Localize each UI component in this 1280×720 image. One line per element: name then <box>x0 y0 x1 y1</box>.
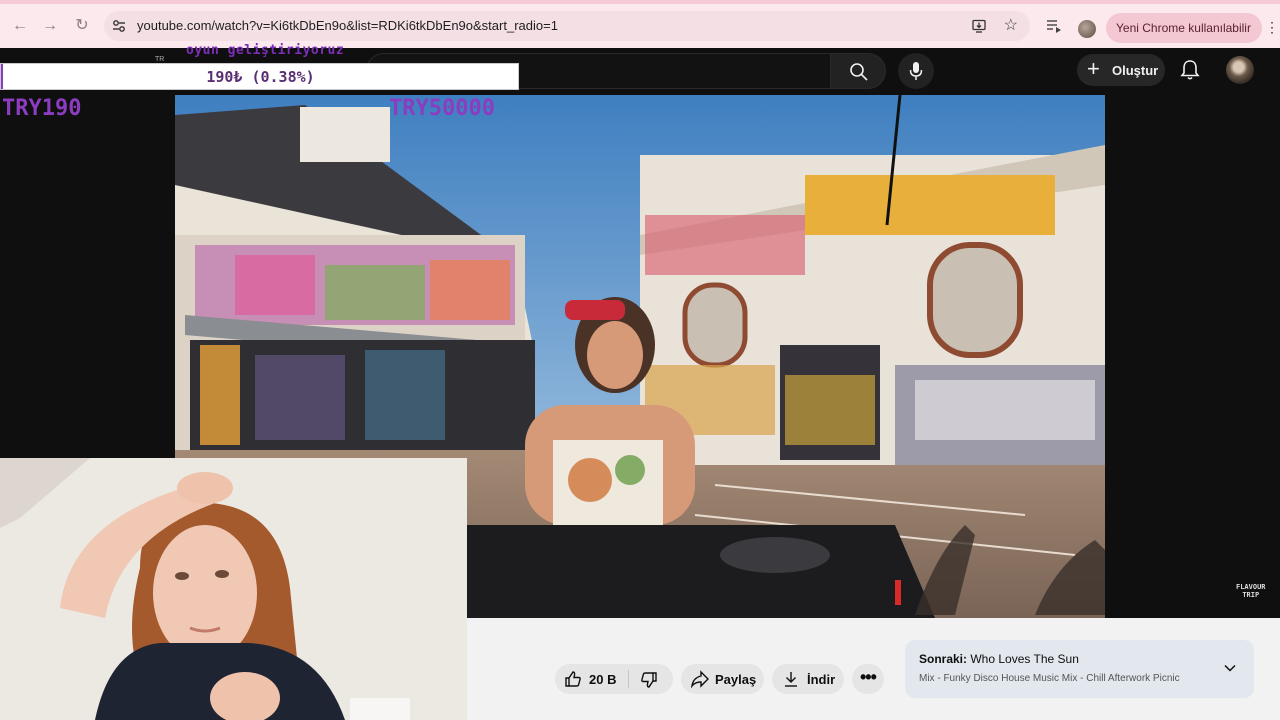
up-next-card[interactable]: Sonraki: Who Loves The Sun Mix - Funky D… <box>905 640 1254 698</box>
more-actions-button[interactable]: ••• <box>852 664 884 694</box>
forward-arrow-icon[interactable]: → <box>40 16 60 36</box>
search-icon <box>850 63 868 81</box>
account-avatar[interactable] <box>1226 56 1254 84</box>
like-button[interactable]: 20 B <box>555 664 627 694</box>
up-next-prefix: Sonraki: <box>919 652 968 666</box>
like-dislike-group: 20 B <box>555 664 673 694</box>
chevron-down-icon[interactable] <box>1223 661 1237 675</box>
stream-title: oyun geliştiriyoruz <box>186 43 345 58</box>
profile-avatar[interactable] <box>1078 20 1096 38</box>
chrome-menu-icon[interactable]: ⋮ <box>1265 20 1279 34</box>
address-bar[interactable]: youtube.com/watch?v=Ki6tkDbEn9o&list=RDK… <box>104 11 1030 41</box>
download-icon <box>785 672 797 687</box>
thumbs-up-icon <box>565 671 581 687</box>
like-count: 20 B <box>589 672 617 687</box>
webcam-frame <box>0 458 467 720</box>
share-label: Paylaş <box>715 672 757 687</box>
download-label: İndir <box>807 672 836 687</box>
donation-goal-current: TRY190 <box>2 96 82 121</box>
notifications-bell-icon[interactable] <box>1178 58 1202 82</box>
bookmark-star-icon[interactable]: ☆ <box>1004 16 1018 36</box>
up-next-title: Sonraki: Who Loves The Sun <box>919 652 1079 666</box>
reading-list-icon[interactable] <box>1046 19 1062 33</box>
search-button[interactable] <box>830 53 886 89</box>
dislike-button[interactable] <box>629 664 673 694</box>
donation-goal-target: TRY50000 <box>389 96 495 121</box>
more-horizontal-icon: ••• <box>860 667 877 687</box>
share-arrow-icon <box>691 670 709 688</box>
donation-goal-bar: 190₺ (0.38%) <box>0 63 519 90</box>
create-label: Oluştur <box>1112 63 1159 78</box>
microphone-icon <box>909 62 923 80</box>
plus-icon: + <box>1087 56 1100 81</box>
video-watermark: FLAVOUR TRIP <box>1236 583 1266 599</box>
url-text[interactable]: youtube.com/watch?v=Ki6tkDbEn9o&list=RDK… <box>137 18 558 33</box>
chrome-update-button[interactable]: Yeni Chrome kullanılabilir <box>1106 13 1262 43</box>
up-next-song: Who Loves The Sun <box>970 652 1079 666</box>
create-button[interactable]: + Oluştur <box>1077 54 1165 86</box>
webcam-overlay <box>0 458 467 720</box>
donation-amount-text: 190₺ (0.38%) <box>206 68 315 86</box>
up-next-playlist: Mix - Funky Disco House Music Mix - Chil… <box>919 673 1180 684</box>
voice-search-button[interactable] <box>898 53 934 89</box>
back-arrow-icon[interactable]: ← <box>10 16 30 36</box>
browser-toolbar: ← → ↻ youtube.com/watch?v=Ki6tkDbEn9o&li… <box>0 0 1280 48</box>
reload-icon[interactable]: ↻ <box>72 16 92 36</box>
install-app-icon[interactable] <box>972 19 986 33</box>
download-button[interactable]: İndir <box>772 664 844 694</box>
site-settings-icon[interactable] <box>112 19 126 33</box>
stream-language-tag: TR <box>155 56 165 63</box>
thumbs-down-icon <box>641 672 657 688</box>
share-button[interactable]: Paylaş <box>681 664 764 694</box>
